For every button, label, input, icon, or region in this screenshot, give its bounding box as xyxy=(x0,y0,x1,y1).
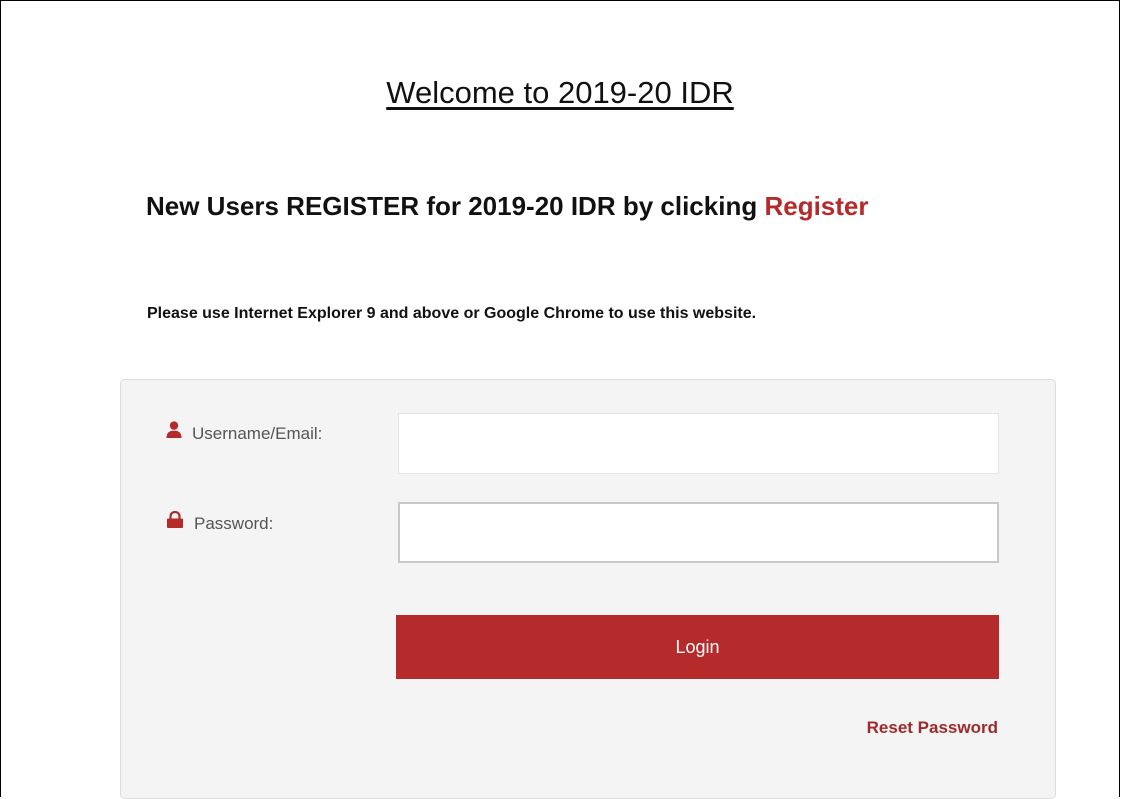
welcome-title-text: Welcome to 2019-20 IDR xyxy=(386,75,734,110)
login-button[interactable]: Login xyxy=(396,615,999,679)
register-prompt: New Users REGISTER for 2019-20 IDR by cl… xyxy=(146,189,869,223)
reset-password-link[interactable]: Reset Password xyxy=(867,717,998,739)
password-label-text: Password: xyxy=(194,514,274,533)
password-input[interactable] xyxy=(398,502,999,563)
username-input[interactable] xyxy=(398,413,999,474)
username-label-text: Username/Email: xyxy=(192,424,323,443)
register-prompt-text: New Users REGISTER for 2019-20 IDR by cl… xyxy=(146,191,765,221)
page-frame: Welcome to 2019-20 IDR New Users REGISTE… xyxy=(0,0,1120,799)
browser-support-note: Please use Internet Explorer 9 and above… xyxy=(147,305,757,322)
user-icon xyxy=(166,421,182,444)
login-panel: Username/Email: Password: Login Reset Pa… xyxy=(120,379,1056,799)
password-label: Password: xyxy=(166,510,274,536)
username-label: Username/Email: xyxy=(166,421,323,446)
lock-icon xyxy=(166,510,184,534)
register-link[interactable]: Register xyxy=(764,191,868,221)
page-title: Welcome to 2019-20 IDR xyxy=(1,73,1119,113)
